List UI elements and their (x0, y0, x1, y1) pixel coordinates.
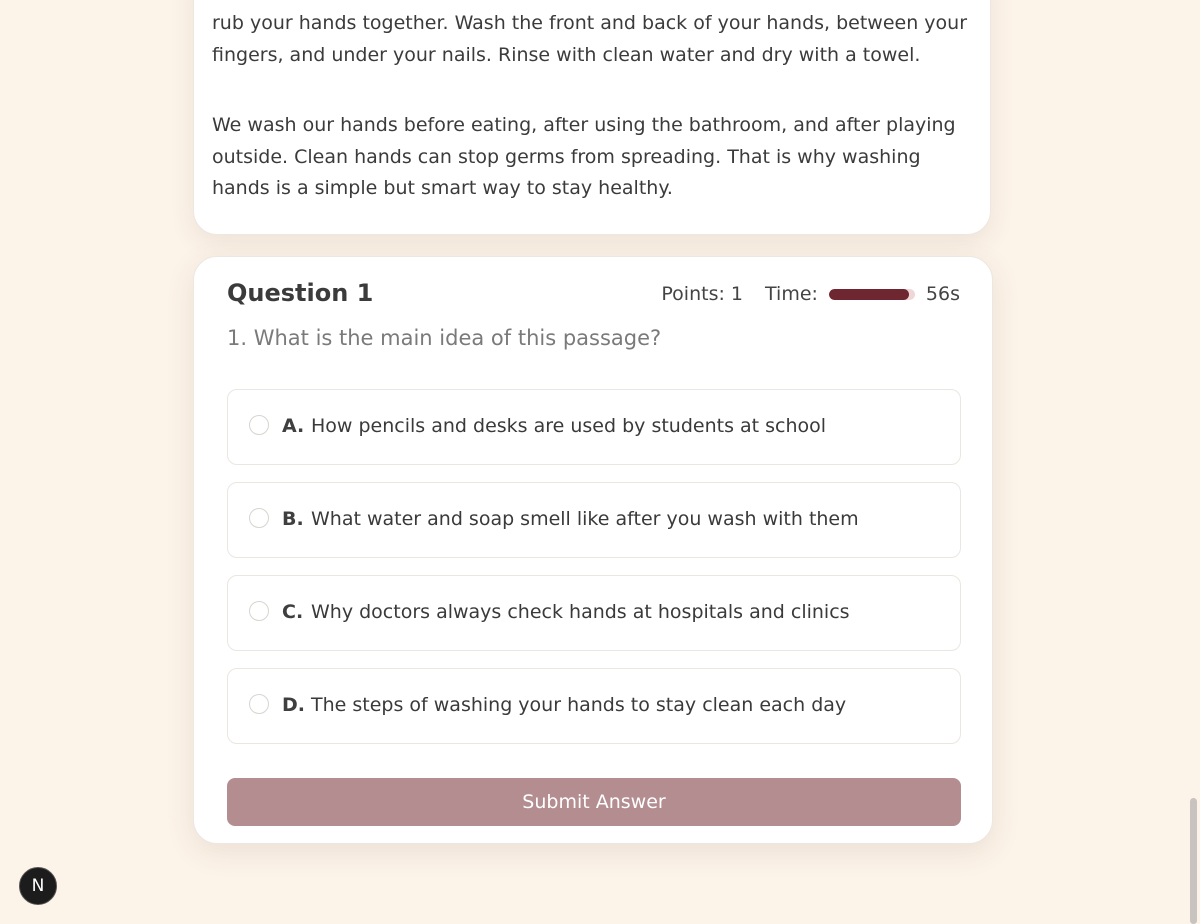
passage-paragraph: rub your hands together. Wash the front … (212, 12, 968, 66)
question-meta: Points: 1 Time: 56s (661, 283, 960, 305)
question-text: 1. What is the main idea of this passage… (227, 326, 662, 350)
option-text: The steps of washing your hands to stay … (311, 694, 847, 716)
timer-bar (828, 288, 915, 300)
radio-button[interactable] (249, 415, 269, 435)
option-letter: A. (282, 415, 305, 437)
question-card: Question 1 Points: 1 Time: 56s 1. What i… (193, 256, 993, 844)
option-letter: C. (282, 601, 304, 623)
passage-card: rub your hands together. Wash the front … (193, 0, 991, 235)
radio-button[interactable] (249, 601, 269, 621)
time-label: Time: (765, 283, 818, 305)
answer-option-c[interactable]: C. Why doctors always check hands at hos… (227, 575, 961, 651)
submit-answer-button[interactable]: Submit Answer (227, 778, 961, 826)
scrollbar-thumb[interactable] (1190, 798, 1197, 924)
option-text: What water and soap smell like after you… (311, 508, 859, 530)
passage-paragraph: We wash our hands before eating, after u… (212, 114, 956, 199)
timer-bar-fill (828, 288, 909, 300)
answer-option-b[interactable]: B. What water and soap smell like after … (227, 482, 961, 558)
question-title: Question 1 (227, 279, 374, 307)
radio-button[interactable] (249, 694, 269, 714)
radio-button[interactable] (249, 508, 269, 528)
time-remaining: 56s (925, 283, 960, 305)
points-label: Points: 1 (661, 283, 744, 305)
option-letter: B. (282, 508, 304, 530)
option-letter: D. (282, 694, 305, 716)
option-text: Why doctors always check hands at hospit… (311, 601, 850, 623)
n-logo-icon[interactable]: N (19, 867, 57, 905)
option-text: How pencils and desks are used by studen… (311, 415, 827, 437)
answer-option-a[interactable]: A. How pencils and desks are used by stu… (227, 389, 961, 465)
answer-option-d[interactable]: D. The steps of washing your hands to st… (227, 668, 961, 744)
